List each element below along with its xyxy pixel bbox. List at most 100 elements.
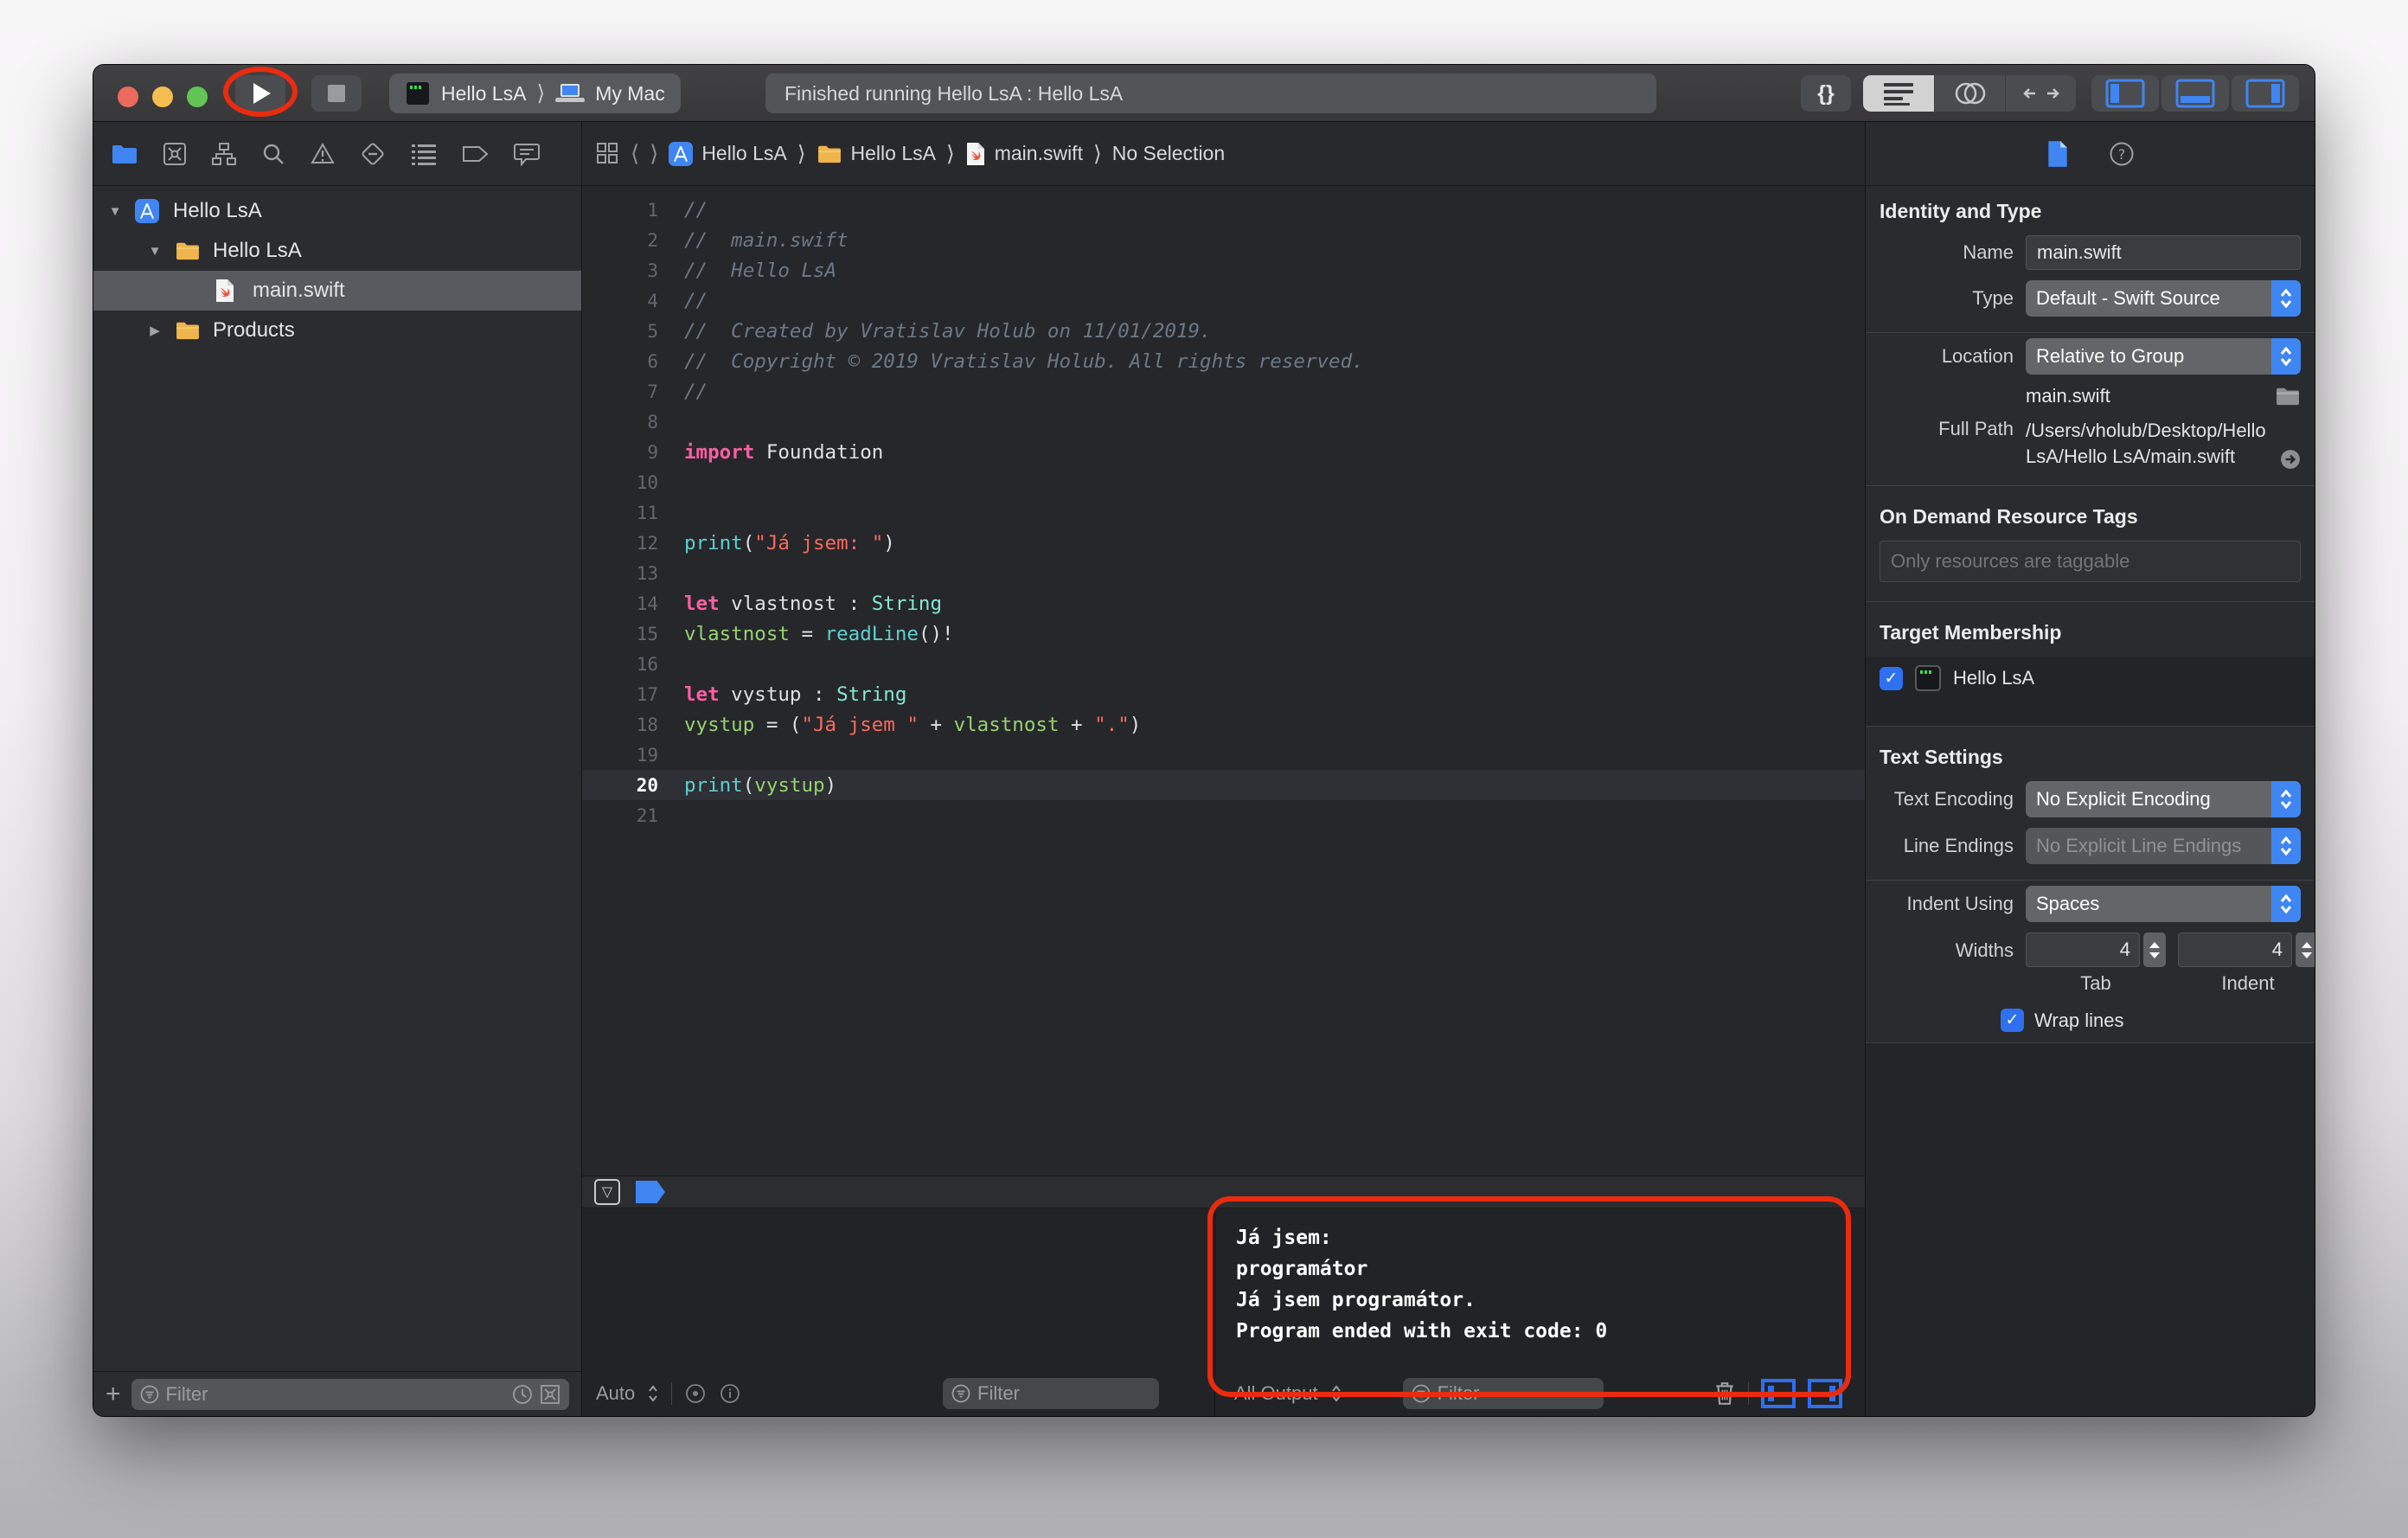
code-line-8[interactable]: 8 bbox=[582, 407, 1865, 437]
info-icon[interactable] bbox=[719, 1382, 741, 1405]
type-dropdown[interactable]: Default - Swift Source bbox=[2026, 280, 2301, 317]
code-line-19[interactable]: 19 bbox=[582, 740, 1865, 770]
back-button[interactable]: ⟨ bbox=[631, 140, 639, 167]
open-path-arrow-icon[interactable] bbox=[2280, 449, 2301, 470]
window-close-button[interactable] bbox=[118, 87, 138, 107]
line-endings-dropdown[interactable]: No Explicit Line Endings bbox=[2026, 828, 2301, 864]
console-output[interactable]: Já jsem: programátorJá jsem programátor.… bbox=[1215, 1208, 1865, 1371]
version-editor-button[interactable] bbox=[2005, 75, 2076, 112]
inspector-tab-bar: ? bbox=[1866, 122, 2315, 186]
scheme-selector[interactable]: Hello LsA ⟩ My Mac bbox=[389, 74, 681, 113]
variables-filter-field[interactable]: Filter bbox=[943, 1378, 1159, 1409]
toggle-inspector-button[interactable] bbox=[2232, 75, 2299, 112]
code-line-7[interactable]: 7// bbox=[582, 376, 1865, 407]
code-line-12[interactable]: 12print("Já jsem: ") bbox=[582, 528, 1865, 558]
code-line-10[interactable]: 10 bbox=[582, 467, 1865, 497]
file-inspector-tab[interactable] bbox=[2046, 140, 2069, 168]
wrap-lines-checkbox[interactable]: ✓ bbox=[2001, 1009, 2024, 1032]
location-dropdown[interactable]: Relative to Group bbox=[2026, 338, 2301, 375]
hide-debug-area-button[interactable]: ▽ bbox=[594, 1179, 620, 1205]
tab-width-field[interactable]: 4 bbox=[2026, 932, 2140, 967]
clear-console-button[interactable] bbox=[1713, 1381, 1736, 1407]
assistant-editor-button[interactable] bbox=[1934, 75, 2005, 112]
report-navigator-tab[interactable] bbox=[514, 142, 540, 166]
disclosure-closed-icon[interactable]: ▶ bbox=[145, 323, 164, 338]
resource-tags-field[interactable]: Only resources are taggable bbox=[1880, 541, 2301, 582]
tree-item-hello-lsa[interactable]: ▼Hello LsA bbox=[93, 191, 581, 231]
find-navigator-tab[interactable] bbox=[261, 142, 285, 166]
console-line: programátor bbox=[1236, 1253, 1865, 1285]
code-line-2[interactable]: 2// main.swift bbox=[582, 225, 1865, 255]
disclosure-open-icon[interactable]: ▼ bbox=[106, 204, 125, 219]
code-line-11[interactable]: 11 bbox=[582, 497, 1865, 528]
breadcrumb-item[interactable]: No Selection bbox=[1112, 142, 1225, 165]
recent-files-clock-icon[interactable] bbox=[512, 1384, 533, 1405]
text-encoding-dropdown[interactable]: No Explicit Encoding bbox=[2026, 781, 2301, 817]
window-zoom-button[interactable] bbox=[187, 87, 208, 107]
indent-width-field[interactable]: 4 bbox=[2178, 932, 2292, 967]
console-filter-field[interactable]: Filter bbox=[1403, 1378, 1604, 1409]
add-button[interactable]: + bbox=[106, 1381, 121, 1407]
code-line-3[interactable]: 3// Hello LsA bbox=[582, 255, 1865, 285]
name-field[interactable]: main.swift bbox=[2026, 235, 2301, 270]
tree-item-hello-lsa[interactable]: ▼Hello LsA bbox=[93, 231, 581, 271]
related-items-icon[interactable] bbox=[596, 142, 620, 166]
toggle-navigator-button[interactable] bbox=[2091, 75, 2159, 112]
breadcrumb-item[interactable]: main.swift bbox=[965, 142, 1083, 166]
tree-item-main-swift[interactable]: main.swift bbox=[93, 271, 581, 311]
code-line-1[interactable]: 1// bbox=[582, 195, 1865, 225]
forward-button[interactable]: ⟩ bbox=[650, 140, 658, 167]
code-line-9[interactable]: 9import Foundation bbox=[582, 437, 1865, 467]
code-line-13[interactable]: 13 bbox=[582, 558, 1865, 588]
breadcrumb-item[interactable]: Hello LsA bbox=[817, 142, 936, 165]
symbol-navigator-tab[interactable] bbox=[211, 142, 237, 166]
test-navigator-tab[interactable] bbox=[360, 141, 386, 167]
code-line-15[interactable]: 15vlastnost = readLine()! bbox=[582, 618, 1865, 649]
source-control-tab[interactable] bbox=[163, 142, 187, 166]
code-line-4[interactable]: 4// bbox=[582, 285, 1865, 316]
source-editor[interactable]: 1//2// main.swift3// Hello LsA4//5// Cre… bbox=[582, 186, 1865, 1176]
disclosure-open-icon[interactable]: ▼ bbox=[145, 244, 164, 259]
code-line-16[interactable]: 16 bbox=[582, 649, 1865, 679]
indent-using-dropdown[interactable]: Spaces bbox=[2026, 886, 2301, 922]
navigator-filter-field[interactable]: Filter bbox=[131, 1379, 569, 1410]
help-inspector-tab[interactable]: ? bbox=[2109, 141, 2135, 167]
code-line-14[interactable]: 14let vlastnost : String bbox=[582, 588, 1865, 618]
code-line-17[interactable]: 17let vystup : String bbox=[582, 679, 1865, 709]
code-line-21[interactable]: 21 bbox=[582, 800, 1865, 830]
chevron-right-icon: ⟩ bbox=[797, 141, 806, 167]
debug-navigator-tab[interactable] bbox=[410, 143, 438, 165]
tree-item-products[interactable]: ▶Products bbox=[93, 311, 581, 350]
library-button[interactable]: {} bbox=[1801, 75, 1851, 112]
toggle-debug-area-button[interactable] bbox=[2161, 75, 2229, 112]
project-navigator-tab[interactable] bbox=[111, 143, 138, 165]
window-minimize-button[interactable] bbox=[152, 87, 173, 107]
code-line-5[interactable]: 5// Created by Vratislav Holub on 11/01/… bbox=[582, 316, 1865, 346]
breadcrumb-item[interactable]: Hello LsA bbox=[669, 142, 786, 166]
breakpoint-navigator-tab[interactable] bbox=[462, 144, 490, 164]
console-line: Program ended with exit code: 0 bbox=[1236, 1316, 1865, 1347]
code-line-20[interactable]: 20print(vystup) bbox=[582, 770, 1865, 800]
toggle-variables-view-button[interactable] bbox=[1761, 1379, 1796, 1408]
console-scope-popup[interactable]: All Output bbox=[1234, 1382, 1318, 1405]
code-line-18[interactable]: 18vystup = ("Já jsem " + vlastnost + "."… bbox=[582, 709, 1865, 740]
run-button[interactable] bbox=[235, 75, 285, 112]
variables-scope-popup[interactable]: Auto bbox=[596, 1382, 635, 1405]
choose-folder-icon[interactable] bbox=[2275, 386, 2301, 407]
tab-width-stepper[interactable] bbox=[2143, 932, 2166, 967]
toggle-console-view-button[interactable] bbox=[1808, 1379, 1842, 1408]
target-membership-row[interactable]: ✓ Hello LsA bbox=[1880, 665, 2301, 691]
code-line-6[interactable]: 6// Copyright © 2019 Vratislav Holub. Al… bbox=[582, 346, 1865, 376]
divider bbox=[1866, 726, 2315, 727]
standard-editor-button[interactable] bbox=[1863, 75, 1934, 112]
stop-button[interactable] bbox=[311, 75, 362, 112]
breakpoints-enabled-icon[interactable] bbox=[636, 1181, 665, 1203]
issue-navigator-tab[interactable] bbox=[310, 142, 336, 165]
indent-width-stepper[interactable] bbox=[2296, 932, 2315, 967]
target-checkbox[interactable]: ✓ bbox=[1880, 667, 1903, 690]
breadcrumb-label: Hello LsA bbox=[851, 142, 936, 165]
variables-list[interactable] bbox=[582, 1208, 1214, 1371]
quicklook-eye-icon[interactable] bbox=[684, 1382, 707, 1405]
swift-icon bbox=[965, 142, 986, 166]
source-control-status-icon[interactable] bbox=[540, 1384, 560, 1405]
